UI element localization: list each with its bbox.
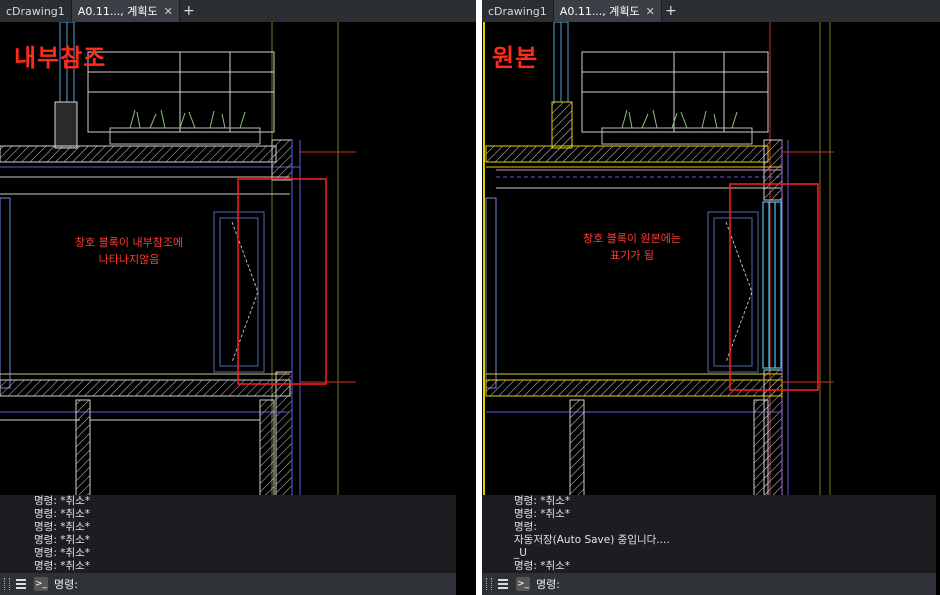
plus-icon[interactable]: + xyxy=(662,0,680,22)
note-line: 창호 블록이 내부참조에 xyxy=(74,236,184,249)
command-line[interactable]: >_ 명령: xyxy=(0,573,456,595)
close-icon[interactable]: ✕ xyxy=(646,5,655,18)
history-line: 명령: xyxy=(514,521,537,533)
tab-bar: cDrawing1 A0.11..., 계획도 ✕ + xyxy=(482,0,940,22)
command-prompt-icon[interactable]: >_ xyxy=(516,577,530,591)
left-pane: cDrawing1 A0.11..., 계획도 ✕ + 내부참조 창호 블록이 … xyxy=(0,0,476,595)
tab-a011[interactable]: A0.11..., 계획도 ✕ xyxy=(71,0,180,22)
command-history: 명령: *취소* 명령: *취소* 명령: *취소* 명령: *취소* 명령: … xyxy=(0,495,456,573)
pane-heading: 원본 xyxy=(492,44,539,72)
tab-label: A0.11..., 계획도 xyxy=(77,5,158,18)
history-line: _U xyxy=(514,547,527,559)
command-prompt-icon[interactable]: >_ xyxy=(34,577,48,591)
note-line: 창호 블록이 원본에는 xyxy=(582,232,682,245)
tab-label: cDrawing1 xyxy=(6,4,65,18)
history-line: 명령: *취소* xyxy=(34,534,91,546)
history-line: 명령: *취소* xyxy=(34,521,91,533)
tab-label: A0.11..., 계획도 xyxy=(559,5,640,18)
pane-heading: 내부참조 xyxy=(14,44,107,72)
history-line: 명령: *취소* xyxy=(34,508,91,520)
history-line: 명령: *취소* xyxy=(34,547,91,559)
drag-handle[interactable] xyxy=(486,578,492,590)
close-icon[interactable]: ✕ xyxy=(164,5,173,18)
command-prompt[interactable]: 명령: xyxy=(54,576,78,592)
annotation-note: 창호 블록이 원본에는 표기가 됨 xyxy=(552,230,712,264)
history-line: 명령: *취소* xyxy=(34,495,91,507)
history-line: 명령: *취소* xyxy=(514,495,571,507)
history-line: 명령: *취소* xyxy=(514,508,571,520)
tab-bar: cDrawing1 A0.11..., 계획도 ✕ + xyxy=(0,0,476,22)
plus-icon[interactable]: + xyxy=(180,0,198,22)
menu-icon[interactable] xyxy=(16,579,26,589)
menu-icon[interactable] xyxy=(498,579,508,589)
command-line[interactable]: >_ 명령: xyxy=(482,573,936,595)
tab-cdrawing1[interactable]: cDrawing1 xyxy=(0,0,72,22)
history-line: 명령: *취소* xyxy=(34,560,91,572)
note-line: 나타나지않음 xyxy=(98,253,160,266)
command-history: 명령: *취소* 명령: *취소* 명령: 자동저장(Auto Save) 중입… xyxy=(482,495,936,573)
highlight-box xyxy=(729,183,819,391)
history-line: 명령: *취소* xyxy=(514,560,571,572)
annotation-note: 창호 블록이 내부참조에 나타나지않음 xyxy=(40,234,218,268)
tab-label: cDrawing1 xyxy=(488,4,547,18)
note-line: 표기가 됨 xyxy=(610,249,654,262)
command-prompt[interactable]: 명령: xyxy=(536,576,560,592)
right-pane: cDrawing1 A0.11..., 계획도 ✕ + 원본 창호 블록이 원본… xyxy=(482,0,940,595)
drag-handle[interactable] xyxy=(4,578,10,590)
highlight-box xyxy=(237,178,327,385)
tab-a011[interactable]: A0.11..., 계획도 ✕ xyxy=(553,0,662,22)
tab-cdrawing1[interactable]: cDrawing1 xyxy=(482,0,554,22)
history-line: 자동저장(Auto Save) 중입니다.... xyxy=(514,534,670,546)
